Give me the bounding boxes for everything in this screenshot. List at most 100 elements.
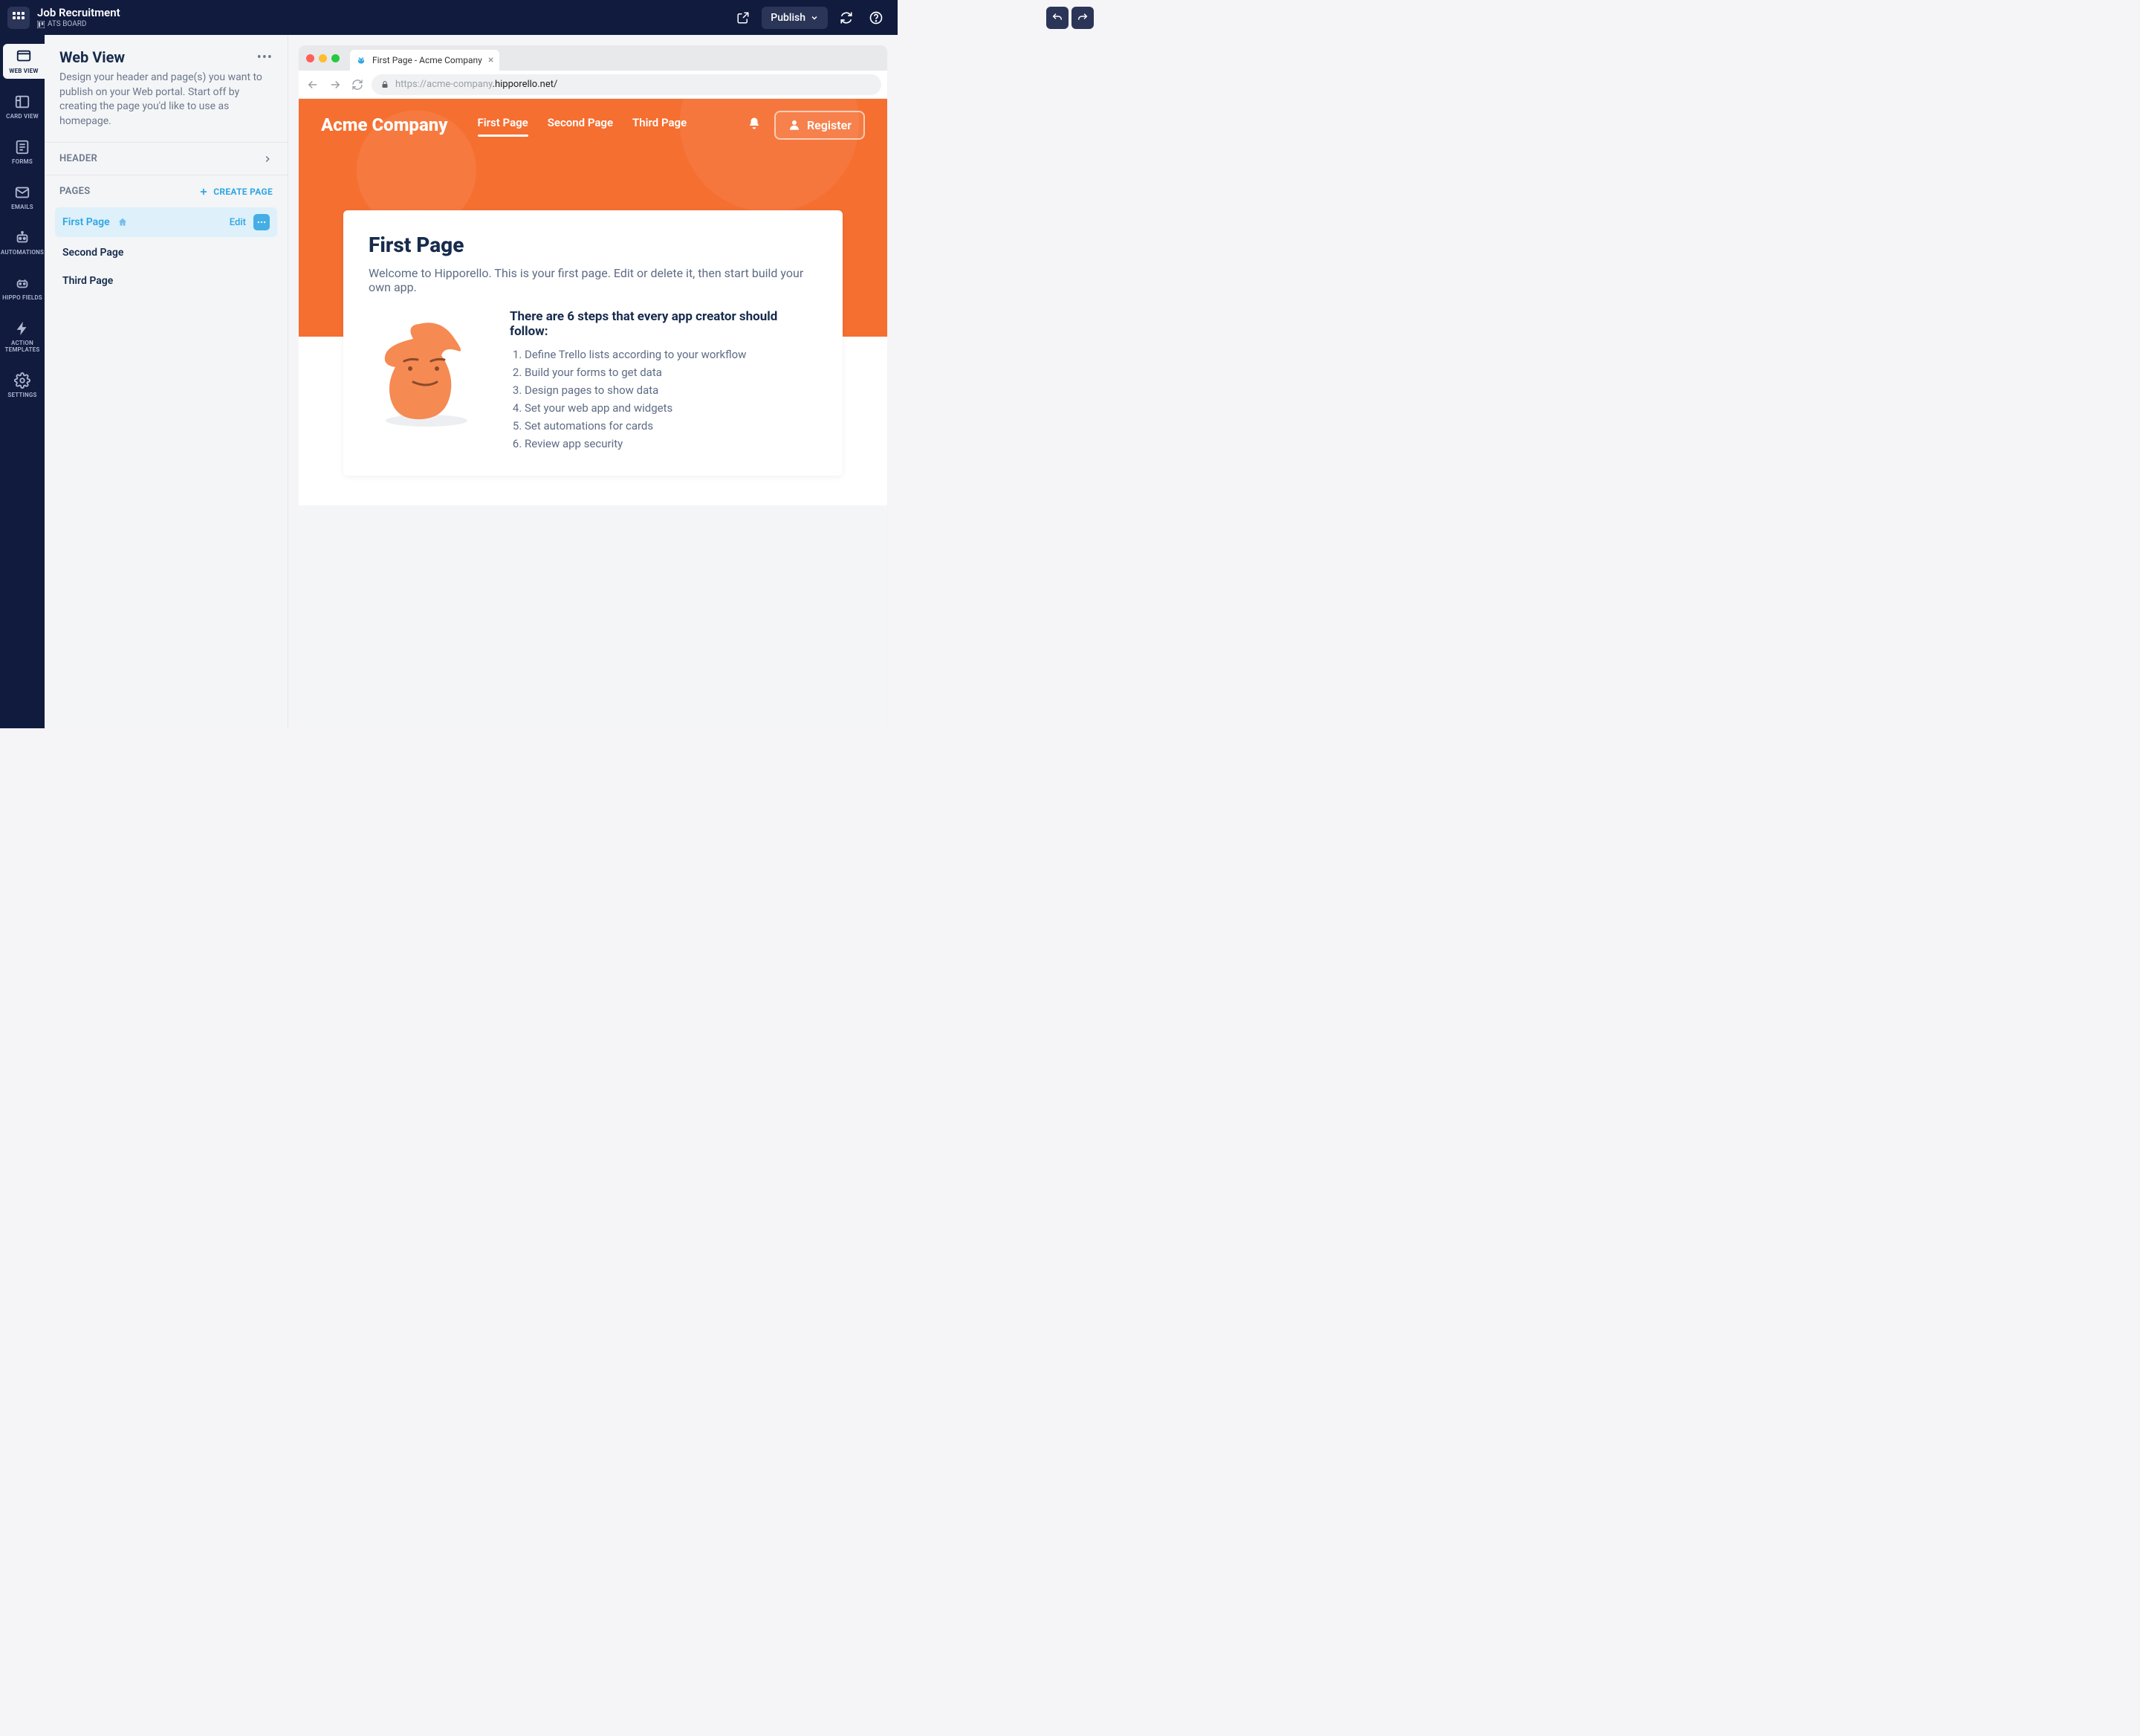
sidebar-item-label: FORMS (12, 158, 33, 165)
open-external-button[interactable] (732, 7, 754, 29)
redo-button[interactable] (1071, 7, 1094, 29)
help-icon (869, 11, 883, 25)
browser-addressbar: https://acme-company.hipporello.net/ (299, 71, 887, 99)
welcome-text: Welcome to Hipporello. This is your firs… (369, 266, 817, 294)
sync-icon (840, 11, 853, 25)
sidebar-item-settings[interactable]: SETTINGS (0, 368, 45, 403)
traffic-min-icon[interactable] (319, 54, 327, 62)
pages-section-label: PAGES (59, 186, 91, 197)
list-item: Review app security (525, 437, 817, 450)
list-item: Define Trello lists according to your wo… (525, 348, 817, 361)
sidebar-item-emails[interactable]: EMAILS (0, 180, 45, 215)
page-row-third[interactable]: Third Page (55, 268, 277, 294)
sync-button[interactable] (835, 7, 857, 29)
tab-title: First Page - Acme Company (372, 55, 482, 65)
app-title: Job Recruitment (37, 7, 120, 19)
hippo-illustration-icon (369, 309, 487, 428)
browser-tab[interactable]: First Page - Acme Company × (350, 50, 499, 71)
page-row-first[interactable]: First Page Edit (55, 207, 277, 237)
register-button[interactable]: Register (774, 111, 865, 140)
topbar-center (1046, 7, 1094, 29)
create-page-button[interactable]: CREATE PAGE (198, 187, 273, 197)
sidebar-item-label: ACTION TEMPLATES (0, 340, 45, 353)
help-button[interactable] (865, 7, 887, 29)
favicon-icon (356, 55, 366, 65)
board-icon (37, 21, 45, 28)
mail-icon (14, 184, 30, 201)
chevron-down-icon (810, 13, 819, 22)
nav-link-second[interactable]: Second Page (548, 116, 613, 134)
header-section-row[interactable]: HEADER (45, 142, 288, 175)
sidebar-item-label: HIPPO FIELDS (2, 294, 42, 301)
gear-icon (14, 372, 30, 389)
steps-heading: There are 6 steps that every app creator… (510, 309, 817, 339)
page-name: First Page (62, 216, 110, 228)
chevron-right-icon (262, 154, 273, 164)
sidebar-item-web-view[interactable]: WEB VIEW (3, 44, 45, 79)
browser-frame: First Page - Acme Company × https://acme… (299, 45, 887, 728)
forward-button[interactable] (327, 77, 343, 93)
nav-link-third[interactable]: Third Page (632, 116, 687, 134)
panel-title: Web View (59, 48, 125, 66)
board-icon (14, 94, 30, 110)
title-block: Job Recruitment ATS BOARD (37, 7, 120, 28)
page-name: Third Page (62, 275, 113, 287)
page-row-second[interactable]: Second Page (55, 240, 277, 265)
user-icon (788, 118, 801, 132)
undo-button[interactable] (1046, 7, 1069, 29)
page-edit-link[interactable]: Edit (230, 217, 246, 228)
sidebar-item-label: WEB VIEW (9, 68, 38, 74)
header-section-label: HEADER (59, 153, 97, 164)
pages-list: First Page Edit Second Page Third Page (45, 207, 288, 294)
create-page-label: CREATE PAGE (213, 187, 273, 197)
home-icon (117, 217, 128, 227)
register-label: Register (807, 118, 852, 132)
page-row-menu-button[interactable] (253, 214, 270, 230)
page-body-spacer (299, 505, 887, 728)
nav-link-first[interactable]: First Page (478, 116, 528, 134)
bell-icon (748, 117, 761, 130)
sidebar-item-forms[interactable]: FORMS (0, 135, 45, 169)
back-button[interactable] (305, 77, 321, 93)
lock-icon (380, 80, 389, 89)
tab-close-button[interactable]: × (488, 54, 493, 66)
preview-area: First Page - Acme Company × https://acme… (288, 35, 898, 728)
reload-icon (351, 79, 363, 91)
page-name: Second Page (62, 247, 123, 259)
reload-button[interactable] (349, 77, 366, 93)
app-launcher-button[interactable] (7, 7, 30, 29)
sidebar-item-hippo-fields[interactable]: HIPPO FIELDS (0, 271, 45, 305)
sidebar: WEB VIEW CARD VIEW FORMS EMAILS AUTOMATI… (0, 35, 45, 728)
content-card: First Page Welcome to Hipporello. This i… (343, 210, 843, 476)
steps-list: Define Trello lists according to your wo… (510, 348, 817, 450)
config-panel: Web View ••• Design your header and page… (45, 35, 288, 728)
forms-icon (14, 139, 30, 155)
sidebar-item-label: CARD VIEW (6, 113, 39, 120)
url-box[interactable]: https://acme-company.hipporello.net/ (372, 74, 881, 95)
traffic-close-icon[interactable] (306, 54, 314, 62)
browser-tabbar: First Page - Acme Company × (299, 45, 887, 71)
sidebar-item-label: AUTOMATIONS (1, 249, 44, 256)
grid-icon (13, 12, 25, 24)
sidebar-item-action-templates[interactable]: ACTION TEMPLATES (0, 316, 45, 357)
browser-icon (16, 48, 32, 65)
list-item: Set your web app and widgets (525, 401, 817, 415)
pages-section-header: PAGES CREATE PAGE (45, 175, 288, 207)
publish-button[interactable]: Publish (762, 7, 828, 29)
topbar: Job Recruitment ATS BOARD Publish (0, 0, 898, 35)
sidebar-item-automations[interactable]: AUTOMATIONS (0, 225, 45, 260)
site-nav: Acme Company First Page Second Page Thir… (299, 99, 887, 151)
traffic-lights (306, 54, 340, 62)
redo-icon (1077, 12, 1089, 24)
arrow-left-icon (306, 78, 320, 91)
dots-icon (256, 217, 267, 227)
notifications-button[interactable] (748, 117, 761, 133)
traffic-max-icon[interactable] (331, 54, 340, 62)
sidebar-item-label: EMAILS (11, 204, 33, 210)
panel-more-button[interactable]: ••• (257, 50, 273, 65)
list-item: Design pages to show data (525, 383, 817, 397)
publish-label: Publish (771, 12, 805, 24)
sidebar-item-card-view[interactable]: CARD VIEW (0, 89, 45, 124)
page-title: First Page (369, 233, 817, 257)
bolt-icon (14, 320, 30, 337)
